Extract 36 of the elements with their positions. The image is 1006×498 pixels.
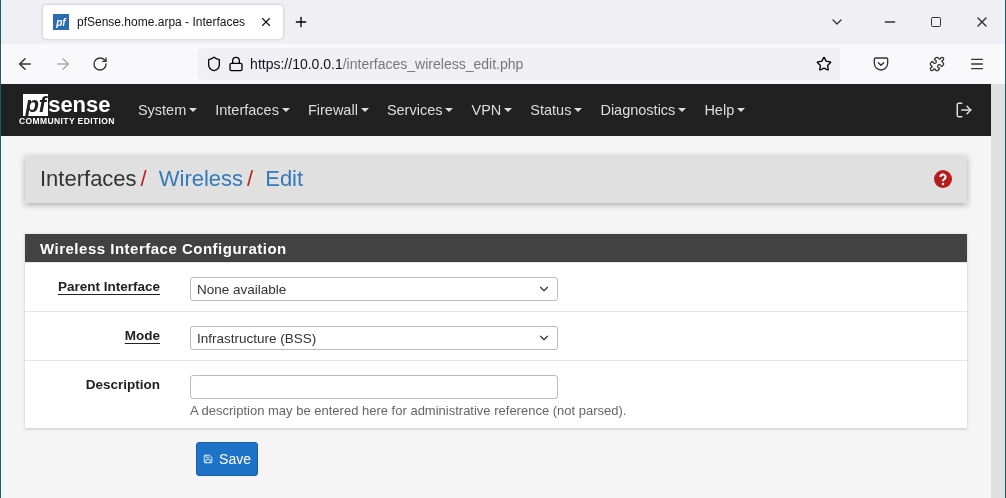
new-tab-icon[interactable] <box>293 14 309 30</box>
maximize-icon[interactable] <box>930 16 942 28</box>
extensions-icon[interactable] <box>928 56 945 72</box>
help-icon[interactable] <box>934 170 952 188</box>
field-label-link[interactable]: Mode <box>124 326 160 343</box>
shield-icon <box>206 56 223 72</box>
menu-icon[interactable] <box>969 56 986 72</box>
nav-menu[interactable]: System <box>128 102 207 118</box>
bookmark-icon[interactable] <box>816 56 833 72</box>
nav-menu[interactable]: Diagnostics <box>591 102 696 118</box>
logout-icon[interactable] <box>955 101 973 119</box>
nav-menu[interactable]: Status <box>521 102 592 118</box>
close-tab-icon[interactable] <box>259 15 273 29</box>
breadcrumb-separator: / <box>140 166 147 192</box>
select-field[interactable]: Infrastructure (BSS) <box>190 326 558 350</box>
favicon-icon: pf <box>53 14 69 30</box>
breadcrumb-text: Interfaces <box>40 166 137 192</box>
nav-menu[interactable]: Interfaces <box>206 102 299 118</box>
select-field[interactable]: None available <box>190 277 558 301</box>
field-label: Description <box>85 376 160 392</box>
field-hint: A description may be entered here for administrative reference (not parsed). <box>190 403 627 418</box>
lock-icon <box>228 56 245 72</box>
breadcrumb-separator: / <box>247 166 254 192</box>
address-bar[interactable]: https://10.0.0.1/interfaces_wireless_edit.php <box>198 48 841 80</box>
logo[interactable]: pfsense COMMUNITY EDITION <box>19 94 115 126</box>
nav-menu[interactable]: Firewall <box>298 102 378 118</box>
reload-icon[interactable] <box>92 56 109 72</box>
panel-title: Wireless Interface Configuration <box>25 234 967 262</box>
save-button[interactable]: Save <box>196 442 258 476</box>
pocket-icon[interactable] <box>872 56 889 72</box>
field-label-link[interactable]: Parent Interface <box>57 277 160 294</box>
nav-menu[interactable]: Help <box>695 102 755 118</box>
browser-tab[interactable]: pf pfSense.home.arpa - Interfaces <box>43 5 283 39</box>
nav-menu[interactable]: Services <box>377 102 463 118</box>
input-field[interactable] <box>190 375 558 399</box>
nav-menu[interactable]: VPN <box>462 102 522 118</box>
